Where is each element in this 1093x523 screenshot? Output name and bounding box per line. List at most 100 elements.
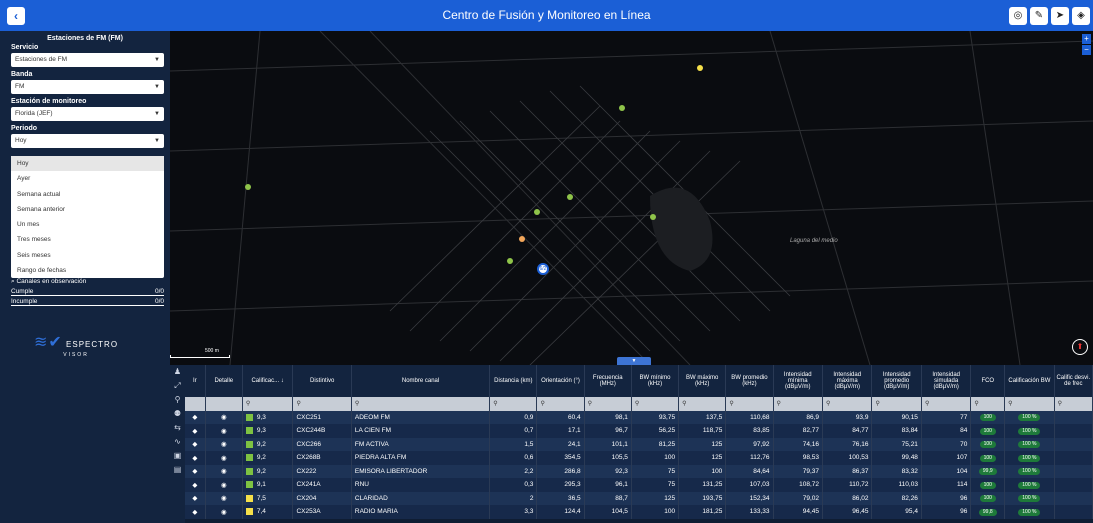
servicio-select[interactable]: Estaciones de FM ▼ [11,53,164,67]
periodo-option[interactable]: Un mes [11,217,164,232]
eye-icon[interactable]: ◉ [205,410,243,424]
go-icon[interactable]: ◆ [185,478,206,492]
periodo-option[interactable]: Ayer [11,171,164,186]
station-marker[interactable] [619,105,625,111]
periodo-select[interactable]: Hoy ▼ [11,134,164,148]
compass-icon[interactable]: ⬆ [1072,339,1088,355]
person-icon[interactable]: ♟ [170,365,185,379]
table-row[interactable]: ◆ ◉ 7,4 CX253A RADIO MARIA 3,3 124,4 104,5 100 18… [185,505,1093,519]
filter-search-icon[interactable]: ⚲ [921,397,972,411]
periodo-option[interactable]: Semana actual [11,187,164,202]
zoom-in-button[interactable]: + [1082,34,1091,44]
periodo-option[interactable]: Hoy [11,156,164,172]
table-row[interactable]: ◆ ◉ 9,2 CXC266 FM ACTIVA 1,5 24,1 101,1 81,25 125… [185,437,1093,451]
filter-search-icon[interactable]: ⚲ [292,397,352,411]
eye-icon[interactable]: ◉ [205,491,243,505]
table-row[interactable]: ◆ ◉ 9,2 CX268B PIEDRA ALTA FM 0,6 354,5 105,5 10… [185,451,1093,465]
station-marker[interactable] [697,65,703,71]
table-row[interactable]: ◆ ◉ 9,3 CXC251 ADEOM FM 0,9 60,4 98,1 93,75 137,5… [185,410,1093,424]
eye-icon[interactable]: ◉ [205,424,243,438]
table-row[interactable]: ◆ ◉ 7,5 CX204 CLARIDAD 2 36,5 88,7 125 193,75 152,… [185,491,1093,505]
bw-min-cell: 75 [631,478,680,492]
filter-search-icon[interactable]: ⚲ [631,397,680,411]
document-icon[interactable]: ▤ [170,463,185,477]
filter-search-icon[interactable]: ⚲ [536,397,585,411]
table-toggle-handle[interactable]: ▼ [617,357,651,365]
filter-search-icon[interactable]: ⚲ [1054,397,1093,411]
station-marker[interactable] [534,209,540,215]
filter-search-icon[interactable]: ⚲ [822,397,873,411]
col-header[interactable]: Calific desvi. de frec [1054,365,1093,397]
image-icon[interactable]: ▣ [170,449,185,463]
col-header[interactable]: Distintivo [292,365,352,397]
go-icon[interactable]: ◆ [185,505,206,519]
periodo-option[interactable]: Seis meses [11,248,164,263]
table-row[interactable]: ◆ ◉ 9,1 CX241A RNU 0,3 295,3 96,1 75 131,25 107,03… [185,478,1093,492]
table-row[interactable]: ◆ ◉ 9,2 CX222 EMISORA LIBERTADOR 2,2 286,8 92,3… [185,464,1093,478]
eye-icon[interactable]: ◉ [205,478,243,492]
go-icon[interactable]: ◆ [185,451,206,465]
filter-search-icon[interactable]: ⚲ [242,397,294,411]
col-header[interactable]: Calificac... ↓ [242,365,294,397]
search-icon[interactable]: ⚲ [170,393,185,407]
col-header[interactable]: Nombre canal [351,365,491,397]
filter-search-icon[interactable]: ⚲ [351,397,491,411]
col-header[interactable]: Intensidad simulada (dBµV/m) [921,365,972,397]
col-header[interactable]: BW máximo (kHz) [678,365,727,397]
go-icon[interactable]: ◆ [185,424,206,438]
col-header[interactable]: Distancia (km) [489,365,538,397]
col-header[interactable]: FCO [970,365,1006,397]
periodo-option[interactable]: Tres meses [11,232,164,247]
filter-search-icon[interactable]: ⚲ [584,397,632,411]
shield-icon-button[interactable]: ◎ [1009,7,1027,25]
go-icon[interactable]: ◆ [185,437,206,451]
col-header[interactable]: BW promedio (kHz) [725,365,774,397]
layers-icon-button[interactable]: ◈ [1072,7,1090,25]
go-icon[interactable]: ◆ [185,464,206,478]
filter-search-icon[interactable]: ⚲ [1004,397,1055,411]
zoom-out-button[interactable]: − [1082,45,1091,55]
eye-icon[interactable]: ◉ [205,437,243,451]
monitoring-station-marker[interactable]: 6/2 [537,263,549,275]
filter-search-icon[interactable]: ⚲ [489,397,538,411]
col-header[interactable]: BW mínimo (kHz) [631,365,680,397]
map[interactable]: Laguna del medio + − 6/2 [170,31,1093,365]
fco-cell: 99,9 [970,464,1006,478]
periodo-option[interactable]: Semana anterior [11,202,164,217]
eye-icon[interactable]: ◉ [205,505,243,519]
filter-search-icon[interactable]: ⚲ [678,397,727,411]
expand-icon[interactable]: ⤢ [170,379,185,393]
users-icon[interactable]: ⚉ [170,407,185,421]
col-header[interactable]: Detalle [205,365,243,397]
go-icon[interactable]: ◆ [185,491,206,505]
col-header[interactable]: Intensidad promedio (dBµV/m) [871,365,922,397]
filter-search-icon[interactable]: ⚲ [970,397,1006,411]
pen-icon-button[interactable]: ✎ [1030,7,1048,25]
estacion-select[interactable]: Florida (JEF) ▼ [11,107,164,121]
periodo-option[interactable]: Rango de fechas [11,263,164,278]
wave-icon[interactable]: ∿ [170,435,185,449]
filter-search-icon[interactable]: ⚲ [871,397,922,411]
filter-search-icon[interactable]: ⚲ [725,397,774,411]
eye-icon[interactable]: ◉ [205,464,243,478]
arrows-icon[interactable]: ⇆ [170,421,185,435]
station-marker[interactable] [507,258,513,264]
eye-icon[interactable]: ◉ [205,451,243,465]
col-header[interactable]: Orientación (°) [536,365,585,397]
col-header[interactable]: Intensidad máxima (dBµV/m) [822,365,873,397]
station-marker[interactable] [519,236,525,242]
table-row[interactable]: ◆ ◉ 9,3 CXC244B LA CIEN FM 0,7 17,1 96,7 56,25 11… [185,424,1093,438]
col-header[interactable]: Ir [185,365,206,397]
freq-dev-cell [1054,424,1093,438]
filter-search-icon[interactable]: ⚲ [773,397,824,411]
col-header[interactable]: Frecuencia (MHz) [584,365,632,397]
go-icon[interactable]: ◆ [185,410,206,424]
pointer-icon-button[interactable]: ➤ [1051,7,1069,25]
col-header[interactable]: Intensidad mínima (dBµV/m) [773,365,824,397]
banda-select[interactable]: FM ▼ [11,80,164,94]
col-header[interactable]: Calificación BW [1004,365,1055,397]
station-marker[interactable] [650,214,656,220]
station-marker[interactable] [567,194,573,200]
channel-name-cell: PIEDRA ALTA FM [351,451,491,465]
station-marker[interactable] [245,184,251,190]
